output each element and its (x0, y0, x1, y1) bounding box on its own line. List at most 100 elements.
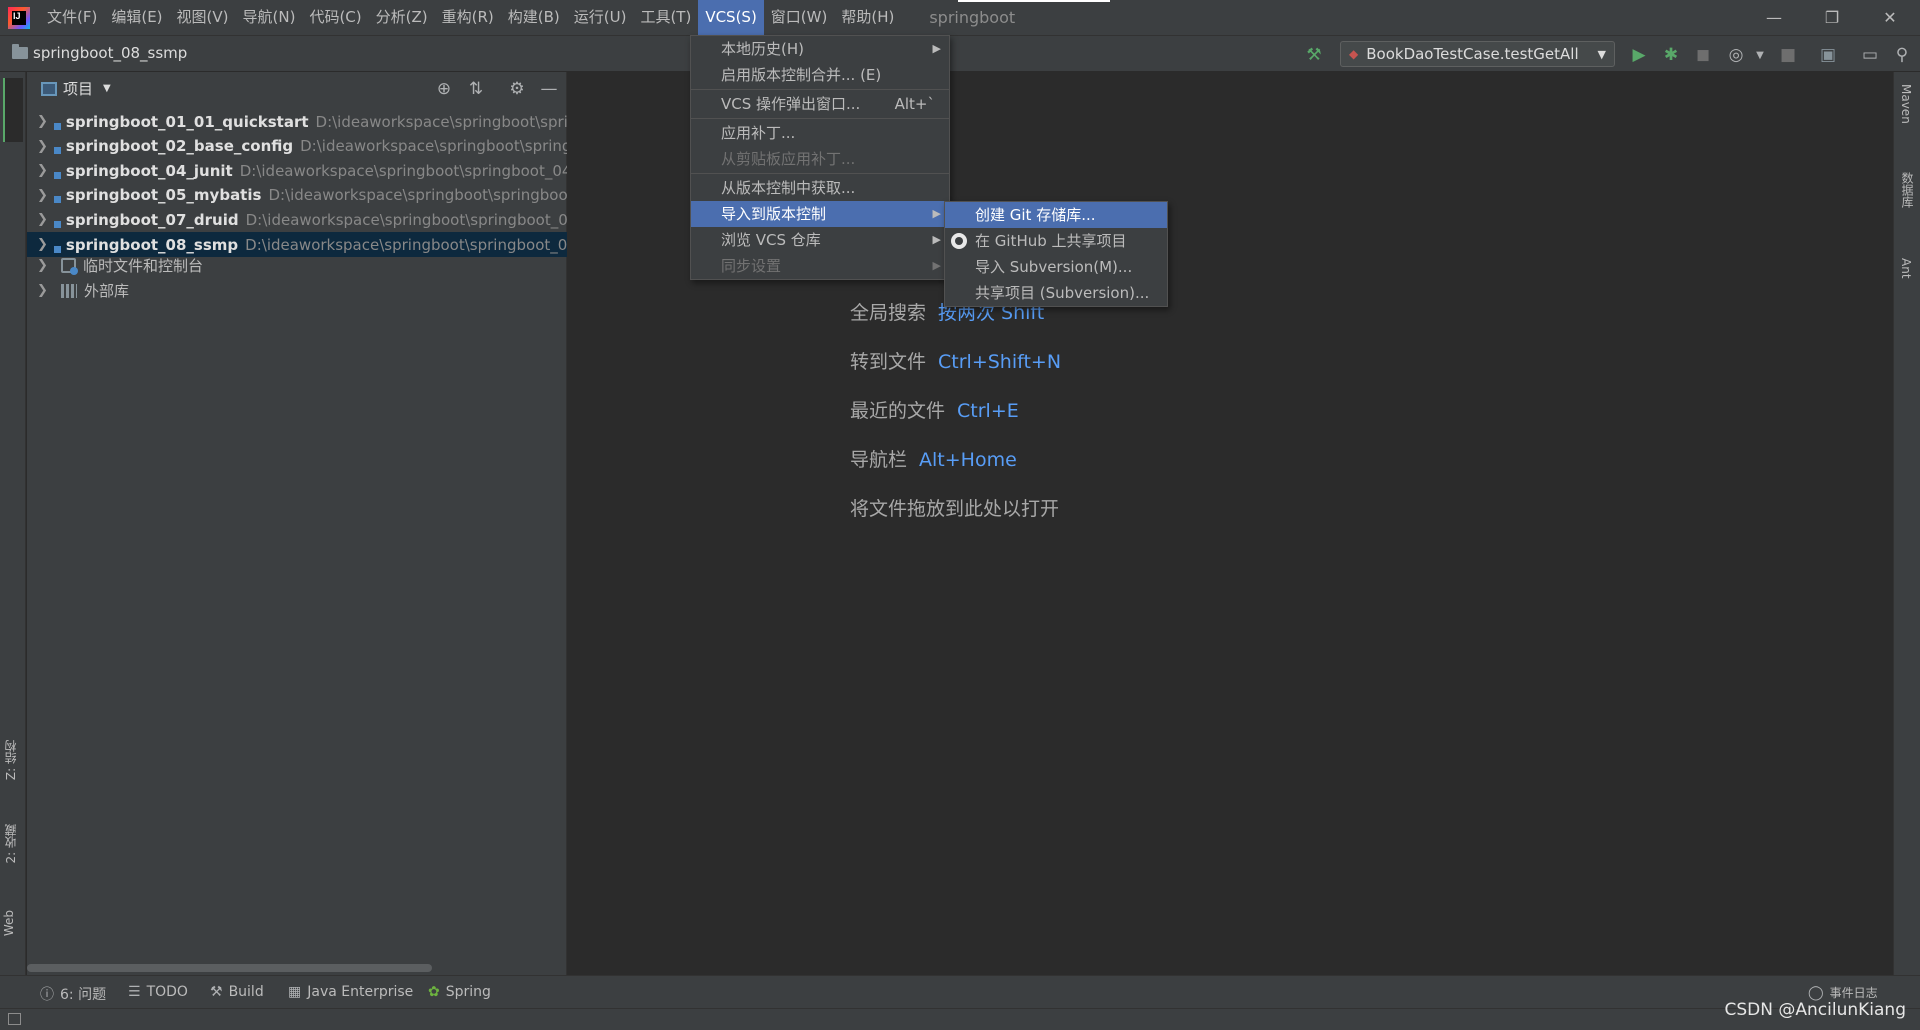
ant-tab[interactable]: Ant (1899, 258, 1913, 279)
tree-item-module[interactable]: ❯ springboot_05_mybatis D:\ideaworkspace\s… (27, 183, 567, 208)
project-view-select[interactable]: 项目 ▼ (41, 78, 111, 99)
import-submenu-item[interactable]: 在 GitHub 上共享项目 (945, 228, 1167, 254)
vcs-menu-item[interactable]: VCS 操作弹出窗口... Alt+` (691, 91, 949, 117)
project-structure-icon[interactable]: ▣ (1816, 43, 1840, 67)
minimize-button[interactable]: — (1745, 0, 1803, 35)
vcs-menu-item[interactable]: 本地历史(H) ▶ (691, 36, 949, 62)
watermark: CSDN @AncilunKiang (1724, 1000, 1906, 1020)
profile-dropdown-icon[interactable]: ▼ (1748, 43, 1772, 67)
vcs-menu-item[interactable]: 启用版本控制合并... (E) (691, 62, 949, 88)
menu-2[interactable]: 视图(V) (170, 0, 236, 35)
build-hammer-icon[interactable]: ⚒ (1302, 43, 1326, 67)
menu-10[interactable]: VCS(S) (698, 0, 764, 35)
stop-icon[interactable]: ■ (1776, 43, 1800, 67)
hint-label: 全局搜索 (850, 302, 927, 324)
collapse-all-icon[interactable]: ⇅ (465, 78, 487, 100)
menu-3[interactable]: 导航(N) (236, 0, 303, 35)
profile-icon[interactable]: ◎ (1724, 43, 1748, 67)
external-libs-label: 外部库 (84, 282, 130, 300)
debug-icon[interactable]: ✱ (1659, 43, 1683, 67)
import-submenu-item[interactable]: 创建 Git 存储库... (945, 202, 1167, 228)
structure-tab[interactable]: Z: 结构 (2, 740, 19, 780)
horizontal-scrollbar[interactable] (27, 964, 432, 972)
toggle-tool-windows-icon[interactable] (8, 1013, 21, 1025)
database-tab[interactable]: 数据库 (1899, 172, 1916, 208)
title-underline (958, 0, 1110, 2)
module-name: springboot_04_junit (65, 161, 233, 180)
java-enterprise-label: Java Enterprise (307, 984, 414, 1000)
menu-4[interactable]: 代码(C) (302, 0, 368, 35)
submenu-arrow-icon: ▶ (932, 42, 941, 55)
vcs-menu-item[interactable]: 导入到版本控制 ▶ (691, 201, 949, 227)
spring-tab[interactable]: ✿ Spring (428, 984, 491, 1000)
menu-7[interactable]: 构建(B) (501, 0, 567, 35)
event-log-tab[interactable]: ◯ 事件日志 (1808, 984, 1878, 1001)
tree-item-module[interactable]: ❯ springboot_04_junit D:\ideaworkspace\spr… (27, 158, 567, 183)
menu-11[interactable]: 窗口(W) (764, 0, 835, 35)
module-name: springboot_02_base_config (65, 137, 294, 156)
info-icon: ⓘ (40, 987, 54, 1003)
coverage-icon[interactable]: ◼ (1691, 43, 1715, 67)
tree-item-scratches[interactable]: ❯ 临时文件和控制台 (27, 253, 567, 278)
java-enterprise-tab[interactable]: ▦ Java Enterprise (288, 984, 413, 1000)
hint-label: 最近的文件 (850, 400, 946, 422)
project-tool-tab[interactable] (3, 78, 23, 142)
menu-item-label: 从剪贴板应用补丁... (721, 150, 856, 168)
vcs-menu-item: 同步设置 ▶ (691, 253, 949, 279)
module-path: D:\ideaworkspace\springboot\springboot_0… (245, 235, 567, 254)
menu-8[interactable]: 运行(U) (567, 0, 634, 35)
chevron-down-icon: ▼ (103, 83, 111, 94)
import-submenu-item[interactable]: 共享项目 (Subversion)... (945, 280, 1167, 306)
favorites-tab[interactable]: 2: 收藏 (2, 824, 19, 864)
locate-file-icon[interactable]: ⊕ (433, 78, 455, 100)
run-config-label: BookDaoTestCase.testGetAll (1366, 45, 1579, 63)
welcome-hint: 最近的文件 Ctrl+E (850, 396, 1019, 423)
welcome-hint: 将文件拖放到此处以打开 (850, 494, 1071, 521)
event-log-icon: ◯ (1808, 984, 1824, 1001)
web-tab[interactable]: Web (2, 910, 16, 936)
maven-tab[interactable]: Maven (1899, 84, 1913, 124)
menu-bar: IJ 文件(F) 编辑(E) 视图(V) 导航(N) 代码(C) 分析(Z) 重构(R) 构建… (0, 0, 1920, 35)
menu-9[interactable]: 工具(T) (633, 0, 698, 35)
menu-item-label: 同步设置 (721, 257, 782, 275)
event-log-label: 事件日志 (1829, 986, 1878, 1000)
chevron-right-icon: ❯ (37, 163, 48, 179)
restore-button[interactable]: ❐ (1803, 0, 1861, 35)
hide-panel-icon[interactable]: — (538, 78, 560, 100)
menu-1[interactable]: 编辑(E) (104, 0, 169, 35)
build-tab[interactable]: ⚒ Build (210, 984, 264, 1000)
menu-12[interactable]: 帮助(H) (834, 0, 901, 35)
vcs-menu-item[interactable]: 应用补丁... (691, 120, 949, 146)
tree-item-module[interactable]: ❯ springboot_07_druid D:\ideaworkspace\spr… (27, 207, 567, 232)
left-tool-strip: Z: 结构 2: 收藏 Web (0, 72, 26, 975)
gear-icon[interactable]: ⚙ (506, 78, 528, 100)
menu-item-label: 本地历史(H) (721, 40, 804, 58)
github-icon (951, 233, 967, 249)
menu-item-label: 从版本控制中获取... (721, 179, 856, 197)
module-name: springboot_05_mybatis (65, 186, 262, 205)
todo-tab[interactable]: ☰ TODO (128, 984, 188, 1000)
submenu-arrow-icon: ▶ (932, 259, 941, 272)
import-submenu-item[interactable]: 导入 Subversion(M)... (945, 254, 1167, 280)
tree-item-module[interactable]: ❯ springboot_02_base_config D:\ideaworkspa… (27, 134, 567, 159)
breadcrumb[interactable]: springboot_08_ssmp (12, 44, 187, 62)
tree-item-module[interactable]: ❯ springboot_01_01_quickstart D:\ideaworks… (27, 109, 567, 134)
hint-label: 导航栏 (850, 449, 908, 471)
run-configuration-select[interactable]: ◆ BookDaoTestCase.testGetAll ▼ (1340, 41, 1615, 67)
welcome-hint: 转到文件 Ctrl+Shift+N (850, 347, 1061, 374)
vcs-menu-item[interactable]: 从版本控制中获取... (691, 175, 949, 201)
tree-item-external-libs[interactable]: ❯ 外部库 (27, 278, 567, 303)
menu-item-label: 导入到版本控制 (721, 205, 827, 223)
search-icon[interactable]: ⚲ (1890, 43, 1914, 67)
module-path: D:\ideaworkspace\springboot\springboot_0… (245, 210, 567, 229)
menu-6[interactable]: 重构(R) (435, 0, 501, 35)
run-icon[interactable]: ▶ (1627, 43, 1651, 67)
menu-5[interactable]: 分析(Z) (369, 0, 435, 35)
submenu-arrow-icon: ▶ (932, 207, 941, 220)
config-icon: ◆ (1349, 47, 1359, 61)
problems-tab[interactable]: ⓘ 6: 问题 (40, 984, 106, 1004)
vcs-menu-item[interactable]: 浏览 VCS 仓库 ▶ (691, 227, 949, 253)
close-button[interactable]: ✕ (1861, 0, 1919, 35)
menu-0[interactable]: 文件(F) (40, 0, 104, 35)
window-layout-icon[interactable]: ▭ (1858, 43, 1882, 67)
